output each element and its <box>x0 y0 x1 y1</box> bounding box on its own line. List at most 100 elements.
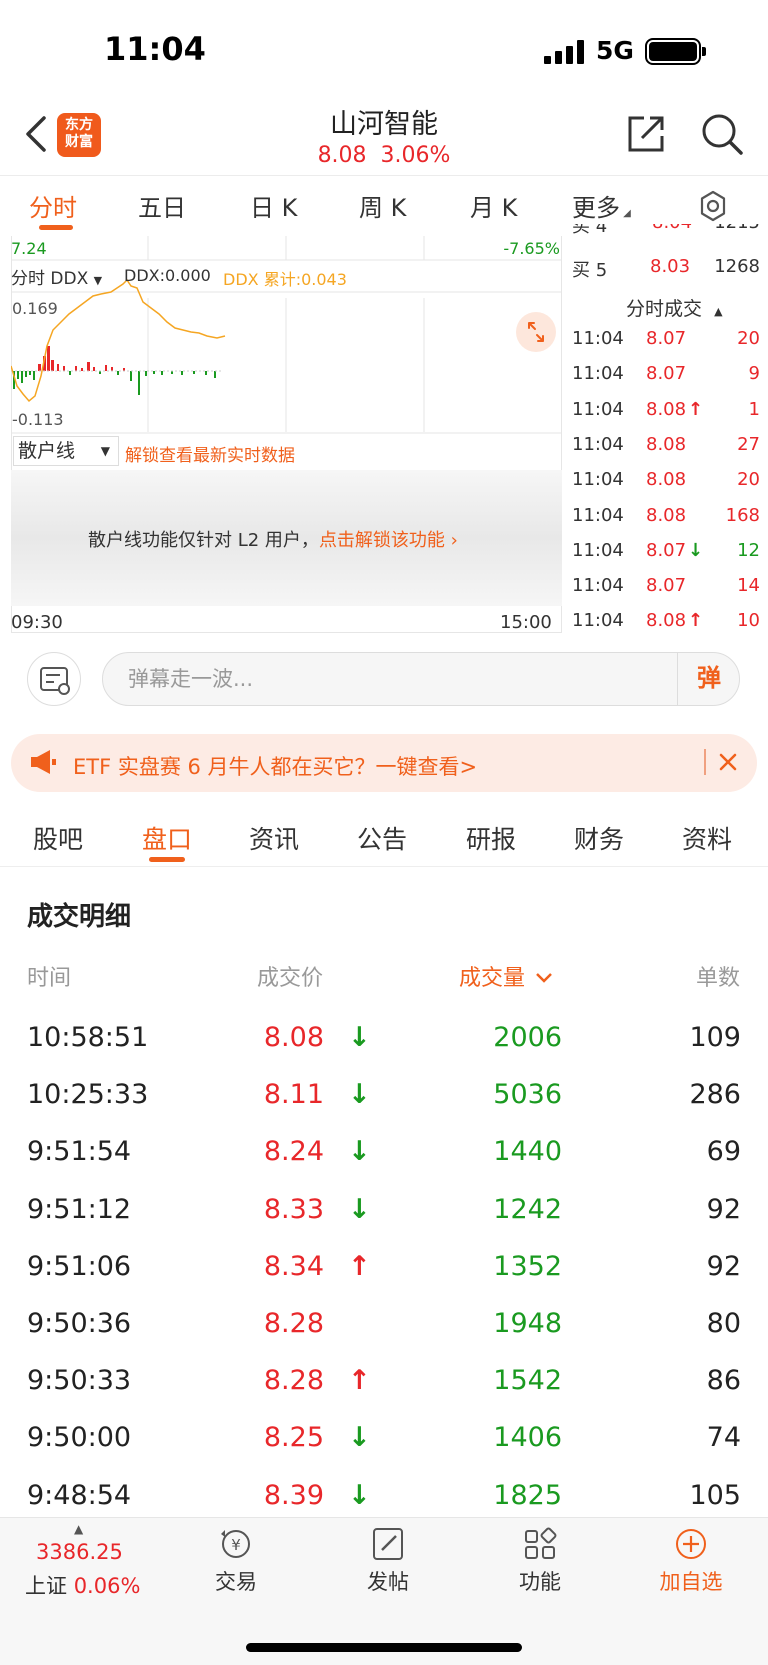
expand-button[interactable] <box>516 312 556 352</box>
cell-direction: ↑ <box>348 1365 371 1397</box>
order-book-row-partial: 买 48.041215 <box>572 224 760 237</box>
cell-volume: 1406 <box>493 1422 562 1454</box>
tick-time: 11:04 <box>572 363 624 385</box>
search-icon[interactable] <box>700 112 744 156</box>
cell-volume: 2006 <box>493 1022 562 1053</box>
add-watchlist-button[interactable]: 加自选 <box>631 1517 751 1596</box>
grid-icon <box>525 1527 557 1559</box>
table-row[interactable]: 9:51:12 8.33 ↓ 1242 92 <box>0 1194 768 1251</box>
cell-volume: 1948 <box>493 1308 562 1339</box>
chart-top-left-value: 7.24 <box>11 239 47 258</box>
l2-unlock-link[interactable]: 点击解锁该功能 <box>319 530 445 551</box>
cell-price: 8.24 <box>263 1136 324 1168</box>
ddx-cumulative: DDX 累计:0.043 <box>223 270 347 289</box>
status-time: 11:04 <box>104 30 206 68</box>
tick-time: 11:04 <box>572 328 624 349</box>
expand-icon <box>528 322 544 342</box>
home-indicator <box>246 1643 522 1652</box>
table-row[interactable]: 9:50:36 8.28 1948 80 <box>0 1308 768 1365</box>
ddx-low: -0.113 <box>12 410 64 429</box>
table-row[interactable]: 10:58:51 8.08 ↓ 2006 109 <box>0 1022 768 1079</box>
cell-price: 8.34 <box>263 1250 324 1282</box>
function-button[interactable]: 功能 <box>480 1517 600 1596</box>
table-row[interactable]: 9:50:33 8.28 ↑ 1542 86 <box>0 1365 768 1422</box>
cell-time: 9:50:33 <box>27 1365 132 1397</box>
cell-price: 8.25 <box>263 1422 324 1454</box>
tick-row: 11:04 8.08 168 <box>572 505 762 540</box>
index-line[interactable]: 上证 0.06% <box>25 1570 140 1600</box>
tab-intraday[interactable]: 分时 <box>29 188 77 223</box>
cell-count: 80 <box>706 1308 741 1339</box>
tick-row: 11:04 8.08 27 <box>572 434 762 469</box>
index-value[interactable]: 3386.25 <box>36 1540 123 1564</box>
cell-time: 10:58:51 <box>27 1022 149 1053</box>
svg-text:¥: ¥ <box>231 1536 241 1554</box>
tick-row: 11:04 8.08 ↑ 10 <box>572 610 762 645</box>
ddx-select[interactable]: 分时 DDX ▼ <box>11 264 102 289</box>
tab-weekly-k[interactable]: 周 K <box>359 188 406 223</box>
tick-time: 11:04 <box>572 610 624 632</box>
danmaku-settings-button[interactable] <box>27 652 81 706</box>
tick-price: 8.08 <box>646 433 687 455</box>
tick-time: 11:04 <box>572 504 624 526</box>
cell-price: 8.28 <box>263 1308 324 1339</box>
cell-time: 9:48:54 <box>27 1479 132 1511</box>
share-icon[interactable] <box>624 112 668 156</box>
tab-pankou[interactable]: 盘口 <box>142 820 192 856</box>
tab-news[interactable]: 资讯 <box>249 820 299 856</box>
index-expand-icon[interactable]: ▲ <box>74 1522 83 1536</box>
tick-row: 11:04 8.07 14 <box>572 575 762 610</box>
stock-change: 3.06% <box>380 143 451 168</box>
battery-icon <box>645 38 706 65</box>
col-volume-sort[interactable]: 成交量 <box>459 960 554 992</box>
table-row[interactable]: 10:25:33 8.11 ↓ 5036 286 <box>0 1079 768 1136</box>
tick-row: 11:04 8.07 20 <box>572 328 762 363</box>
cell-price: 8.28 <box>263 1365 324 1397</box>
time-start: 09:30 <box>11 612 63 633</box>
gear-icon[interactable] <box>696 189 730 223</box>
cell-price: 8.33 <box>263 1193 324 1225</box>
tick-arrow: ↓ <box>688 539 704 561</box>
time-end: 15:00 <box>500 612 552 633</box>
signal-icon <box>544 40 586 64</box>
ddx-value: DDX:0.000 <box>124 266 211 285</box>
tick-volume: 12 <box>737 539 760 561</box>
tick-time: 11:04 <box>572 433 624 455</box>
cell-volume: 1352 <box>493 1250 562 1282</box>
danmaku-send-button[interactable]: 弹 <box>677 652 740 706</box>
trade-button[interactable]: ¥ 交易 <box>176 1517 296 1596</box>
retail-line-select[interactable]: 散户线 ▼ <box>13 436 119 466</box>
cell-count: 69 <box>706 1136 741 1168</box>
cell-volume: 1242 <box>493 1193 562 1225</box>
tab-daily-k[interactable]: 日 K <box>250 188 297 223</box>
cell-volume: 1825 <box>493 1479 562 1511</box>
cell-price: 8.39 <box>263 1479 324 1511</box>
col-price: 成交价 <box>257 966 324 991</box>
post-button[interactable]: 发帖 <box>328 1517 448 1596</box>
divider <box>0 175 768 176</box>
close-icon[interactable] <box>714 748 742 776</box>
table-row[interactable]: 9:51:54 8.24 ↓ 1440 69 <box>0 1136 768 1193</box>
tick-header[interactable]: 分时成交 ▲ <box>626 294 723 321</box>
table-row[interactable]: 9:51:06 8.34 ↑ 1352 92 <box>0 1251 768 1308</box>
tick-row: 11:04 8.08 ↑ 1 <box>572 399 762 434</box>
cell-count: 92 <box>706 1193 741 1225</box>
tab-monthly-k[interactable]: 月 K <box>470 188 517 223</box>
tab-profile[interactable]: 资料 <box>682 820 732 856</box>
tab-more[interactable]: 更多 ◢ <box>572 188 631 223</box>
tab-research[interactable]: 研报 <box>466 820 516 856</box>
tick-price: 8.07 <box>646 363 687 385</box>
table-row[interactable]: 9:50:00 8.25 ↓ 1406 74 <box>0 1422 768 1479</box>
tick-time: 11:04 <box>572 469 624 491</box>
tab-finance[interactable]: 财务 <box>574 820 624 856</box>
tab-five-day[interactable]: 五日 <box>138 188 186 223</box>
cell-price: 8.11 <box>263 1079 324 1111</box>
cell-direction: ↓ <box>348 1193 371 1225</box>
promo-banner-text[interactable]: ETF 实盘赛 6 月牛人都在买它？一键查看> <box>73 751 477 781</box>
network-type: 5G <box>596 36 634 65</box>
unlock-realtime-link[interactable]: 解锁查看最新实时数据 <box>125 441 295 466</box>
banner-divider <box>704 749 706 775</box>
tab-guba[interactable]: 股吧 <box>33 820 83 856</box>
tab-announcements[interactable]: 公告 <box>357 820 407 856</box>
tick-time: 11:04 <box>572 398 624 420</box>
